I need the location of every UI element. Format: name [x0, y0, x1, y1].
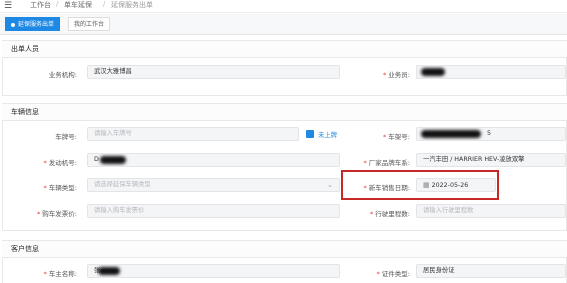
issuer-section-title: 出单人员 — [2, 41, 567, 58]
tab-my-workbench[interactable]: 我的工作台 — [68, 17, 111, 31]
vehicle-type-placeholder: 请选择延保车辆类型 — [94, 181, 151, 188]
brand-label: * 厂家品牌车系: — [363, 159, 410, 167]
breadcrumb-workbench[interactable]: 工作台 — [30, 0, 51, 10]
engine-input[interactable]: D — [87, 153, 340, 167]
tab-bar: 延保服务出单 我的工作台 — [0, 14, 567, 35]
vin-suffix: 5 — [487, 130, 492, 137]
unregistered-checkbox[interactable] — [306, 130, 314, 138]
unregistered-label[interactable]: 未上牌 — [318, 130, 337, 139]
breadcrumb-current: 延保服务出单 — [111, 1, 153, 9]
redacted-block — [421, 130, 481, 138]
tab-warranty-order[interactable]: 延保服务出单 — [5, 17, 61, 31]
salesman-field[interactable] — [416, 65, 566, 79]
engine-prefix: D — [94, 156, 99, 163]
tab-label: 延保服务出单 — [18, 21, 55, 28]
breadcrumb-single-warranty[interactable]: 单车延保 — [64, 0, 92, 10]
tab-label: 我的工作台 — [74, 21, 105, 28]
breadcrumb-separator: / — [56, 0, 59, 8]
redacted-block — [98, 267, 120, 275]
vin-label: * 车架号: — [383, 133, 410, 141]
redacted-block — [100, 156, 126, 164]
price-input[interactable]: 请输入购车发票价 — [87, 204, 340, 218]
org-field: 武汉大雅博昌 — [87, 65, 340, 79]
mileage-label: * 行驶里程数: — [370, 210, 410, 218]
vin-input[interactable]: 5 — [416, 127, 566, 141]
redacted-block — [421, 68, 445, 76]
vehicle-type-label: * 车辆类型: — [43, 184, 77, 192]
active-dot-icon — [11, 22, 15, 27]
id-type-select[interactable]: 居民身份证 — [416, 264, 566, 278]
salesman-label: * 业务员: — [383, 71, 410, 79]
hamburger-icon[interactable]: ☰ — [4, 1, 12, 11]
price-label: * 购车发票价: — [37, 210, 77, 218]
breadcrumb-separator: / — [103, 0, 106, 8]
brand-field: 一汽丰田 / HARRIER HEV-凌放双擎 — [416, 153, 566, 167]
vehicle-type-select[interactable]: 请选择延保车辆类型 ⌄ — [87, 178, 340, 192]
vehicle-section-title: 车辆信息 — [2, 104, 567, 121]
highlight-box — [341, 170, 499, 200]
org-label: 业务机构: — [48, 71, 77, 79]
chevron-down-icon: ⌄ — [327, 181, 333, 189]
plate-label: 车牌号: — [55, 133, 77, 141]
owner-input[interactable]: 张 — [87, 264, 340, 278]
id-type-label: * 证件类型: — [376, 270, 410, 278]
customer-section-title: 客户信息 — [2, 241, 567, 258]
mileage-input[interactable]: 请输入行驶里程数 — [416, 204, 566, 218]
plate-input[interactable]: 请输入车牌号 — [87, 127, 299, 141]
engine-label: * 发动机号: — [43, 159, 77, 167]
top-bar: ☰ 工作台 / 单车延保 / 延保服务出单 — [0, 0, 567, 13]
owner-label: * 车主名称: — [43, 270, 77, 278]
